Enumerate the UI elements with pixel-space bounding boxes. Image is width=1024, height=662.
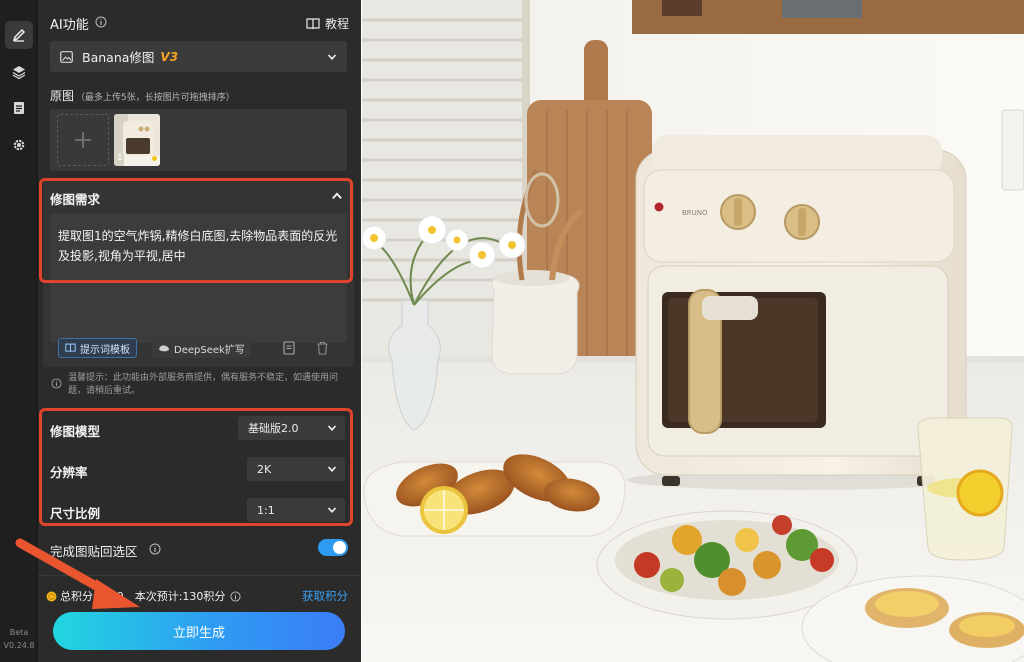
layers-tool-button[interactable] — [5, 58, 33, 86]
prompt-template-label: 提示词模板 — [80, 344, 130, 356]
feature-label: Banana修图 — [82, 50, 155, 65]
settings-tool-button[interactable] — [5, 131, 33, 159]
book-icon — [306, 17, 320, 29]
panel-title: AI功能 — [50, 18, 89, 33]
save-icon[interactable] — [283, 341, 296, 355]
source-label: 原图 — [50, 89, 75, 103]
info-icon — [51, 378, 62, 389]
selected-dot — [152, 156, 157, 161]
add-image-button[interactable] — [57, 114, 109, 166]
chevron-down-icon — [327, 53, 337, 60]
get-points-link[interactable]: 获取积分 — [302, 588, 348, 604]
service-notice: 温馨提示：此功能由外部服务商提供，偶有服务不稳定，如遇使用问题，请稍后重试。 — [68, 373, 339, 396]
paste-back-toggle[interactable] — [318, 539, 348, 556]
deepseek-label: DeepSeek扩写 — [174, 344, 245, 356]
tutorial-link[interactable]: 教程 — [306, 15, 349, 32]
generate-button[interactable]: 立即生成 — [53, 612, 345, 650]
canvas-photo: BRUNO — [362, 0, 1024, 662]
deepseek-expand-button[interactable]: DeepSeek扩写 — [152, 338, 251, 358]
trash-icon[interactable] — [316, 341, 329, 355]
toggle-knob — [333, 541, 346, 554]
tutorial-label: 教程 — [325, 17, 350, 31]
svg-text:BRUNO: BRUNO — [682, 209, 708, 217]
image-icon — [60, 50, 73, 63]
kitchen-photo-image: BRUNO — [362, 0, 1024, 662]
brush-icon — [12, 28, 26, 42]
info-icon — [230, 590, 241, 602]
whale-icon — [159, 345, 169, 352]
version-number: V0.24.8 — [3, 641, 35, 650]
plus-icon — [75, 132, 91, 148]
source-hint: （最多上传5张，长按图片可拖拽排序） — [76, 93, 235, 103]
source-image-thumbnail[interactable]: 1 — [114, 114, 160, 166]
layers-icon — [12, 66, 26, 80]
feature-dropdown[interactable]: Banana修图 V3 — [50, 41, 347, 72]
arrow-annotation — [15, 538, 140, 609]
settings-icon — [13, 139, 25, 151]
prompt-template-button[interactable]: 提示词模板 — [58, 338, 137, 358]
version-channel: Beta — [9, 628, 29, 637]
settings-highlight — [39, 408, 353, 526]
info-icon — [95, 16, 107, 28]
brush-tool-button[interactable] — [5, 21, 33, 49]
book-icon — [65, 343, 76, 352]
document-icon — [14, 102, 24, 114]
feature-version-badge: V3 — [160, 49, 179, 64]
document-tool-button[interactable] — [5, 94, 33, 122]
image-index: 1 — [117, 153, 123, 163]
requirement-highlight — [39, 178, 353, 283]
source-header: 原图 （最多上传5张，长按图片可拖拽排序） — [50, 87, 235, 104]
